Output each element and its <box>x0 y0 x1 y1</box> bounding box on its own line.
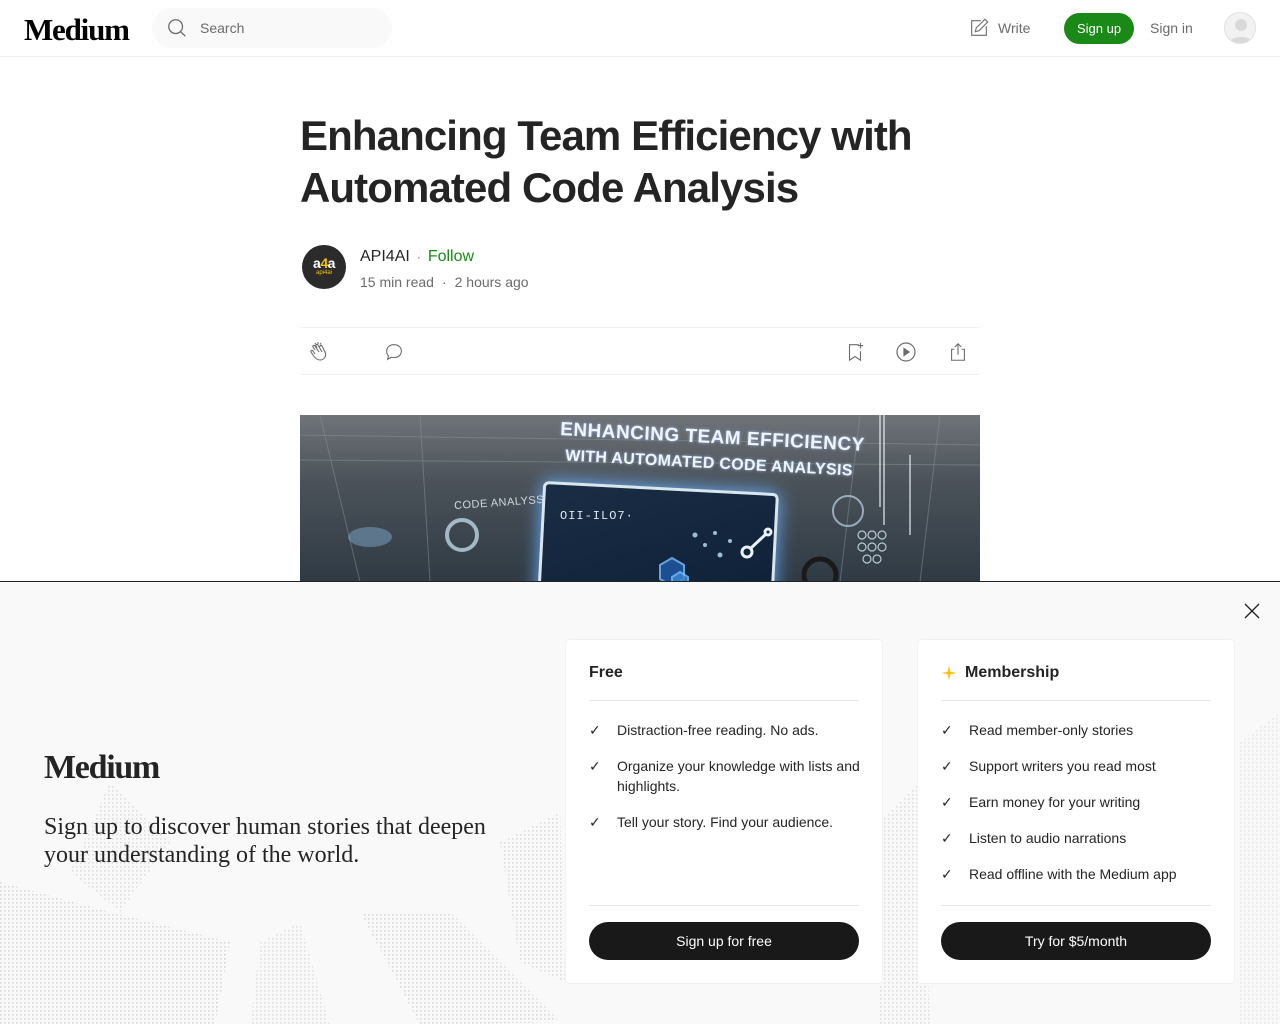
divider <box>589 905 859 906</box>
feature-text: Read offline with the Medium app <box>969 866 1177 882</box>
list-item: ✓ Distraction-free reading. No ads. <box>589 720 861 740</box>
list-item: ✓ Support writers you read most <box>941 756 1213 776</box>
author-avatar-sub: api4ai <box>315 270 332 276</box>
check-icon: ✓ <box>941 758 953 774</box>
share-button[interactable] <box>946 340 970 364</box>
search-icon <box>168 19 186 37</box>
separator-dot: · <box>416 250 421 264</box>
check-icon: ✓ <box>941 722 953 738</box>
membership-plan-features: ✓ Read member-only stories ✓ Support wri… <box>941 720 1213 900</box>
list-item: ✓ Read member-only stories <box>941 720 1213 740</box>
bookmark-button[interactable] <box>843 340 867 364</box>
free-plan-title-text: Free <box>589 664 623 681</box>
top-navigation-bar: Medium Write Sign up Sign in <box>0 0 1280 57</box>
close-icon[interactable] <box>1242 601 1262 621</box>
play-icon <box>896 342 916 362</box>
sign-up-button[interactable]: Sign up <box>1064 13 1134 44</box>
sign-in-link[interactable]: Sign in <box>1150 20 1193 36</box>
divider <box>589 700 859 701</box>
list-item: ✓ Earn money for your writing <box>941 792 1213 812</box>
check-icon: ✓ <box>941 794 953 810</box>
read-time: 15 min read <box>360 274 434 290</box>
write-label: Write <box>998 20 1031 36</box>
write-button[interactable]: Write <box>968 17 1030 39</box>
membership-plan-title-text: Membership <box>965 664 1060 681</box>
try-membership-button[interactable]: Try for $5/month <box>941 922 1211 960</box>
article-hero-image: ENHANCING TEAM EFFICIENCY WITH AUTOMATED… <box>300 415 980 582</box>
star-icon <box>941 665 957 681</box>
list-item: ✓ Tell your story. Find your audience. <box>589 812 861 832</box>
article-meta: 15 min read · 2 hours ago <box>360 274 529 290</box>
sign-up-for-free-button[interactable]: Sign up for free <box>589 922 859 960</box>
comment-button[interactable] <box>382 340 406 364</box>
write-icon <box>971 18 989 36</box>
overlay-medium-logo: Medium <box>44 749 160 786</box>
feature-text: Distraction-free reading. No ads. <box>617 722 819 738</box>
check-icon: ✓ <box>589 758 601 774</box>
free-plan-title: Free <box>589 664 623 682</box>
membership-plan-card: Membership ✓ Read member-only stories ✓ … <box>917 639 1235 984</box>
hero-screen-art <box>659 527 773 582</box>
check-icon: ✓ <box>589 814 601 830</box>
list-item: ✓ Listen to audio narrations <box>941 828 1213 848</box>
separator-dot: · <box>441 274 447 290</box>
user-avatar[interactable] <box>1224 12 1256 44</box>
follow-button[interactable]: Follow <box>428 248 474 266</box>
bookmark-add-icon <box>848 342 864 362</box>
article-action-bar <box>300 327 980 375</box>
membership-plan-title: Membership <box>941 664 1059 682</box>
signup-overlay: Medium Sign up to discover human stories… <box>0 581 1280 1024</box>
check-icon: ✓ <box>941 830 953 846</box>
feature-text: Support writers you read most <box>969 758 1156 774</box>
check-icon: ✓ <box>589 722 601 738</box>
feature-text: Organize your knowledge with lists and h… <box>617 758 860 794</box>
feature-text: Tell your story. Find your audience. <box>617 814 834 830</box>
article-title: Enhancing Team Efficiency with Automated… <box>300 112 913 211</box>
publish-time: 2 hours ago <box>454 274 529 290</box>
clap-icon <box>310 342 327 361</box>
feature-text: Listen to audio narrations <box>969 830 1127 846</box>
author-line: API4AI · Follow <box>360 248 474 266</box>
medium-logo[interactable]: Medium <box>24 12 130 48</box>
feature-text: Earn money for your writing <box>969 794 1141 810</box>
list-item: ✓ Organize your knowledge with lists and… <box>589 756 861 796</box>
author-avatar[interactable]: a4a api4ai <box>302 245 346 289</box>
search-input[interactable] <box>200 18 380 38</box>
clap-button[interactable] <box>308 340 332 364</box>
divider <box>941 905 1211 906</box>
free-plan-card: Free ✓ Distraction-free reading. No ads.… <box>565 639 883 984</box>
divider <box>941 700 1211 701</box>
share-icon <box>951 342 965 361</box>
author-name[interactable]: API4AI <box>360 248 410 266</box>
listen-button[interactable] <box>894 340 918 364</box>
feature-text: Read member-only stories <box>969 722 1134 738</box>
default-avatar-icon <box>1229 19 1253 43</box>
check-icon: ✓ <box>941 866 953 882</box>
list-item: ✓ Read offline with the Medium app <box>941 864 1213 884</box>
comment-icon <box>386 344 402 361</box>
search-box[interactable] <box>152 8 392 48</box>
author-avatar-mark: a4a <box>313 255 335 271</box>
overlay-tagline: Sign up to discover human stories that d… <box>44 814 486 868</box>
free-plan-features: ✓ Distraction-free reading. No ads. ✓ Or… <box>589 720 861 848</box>
